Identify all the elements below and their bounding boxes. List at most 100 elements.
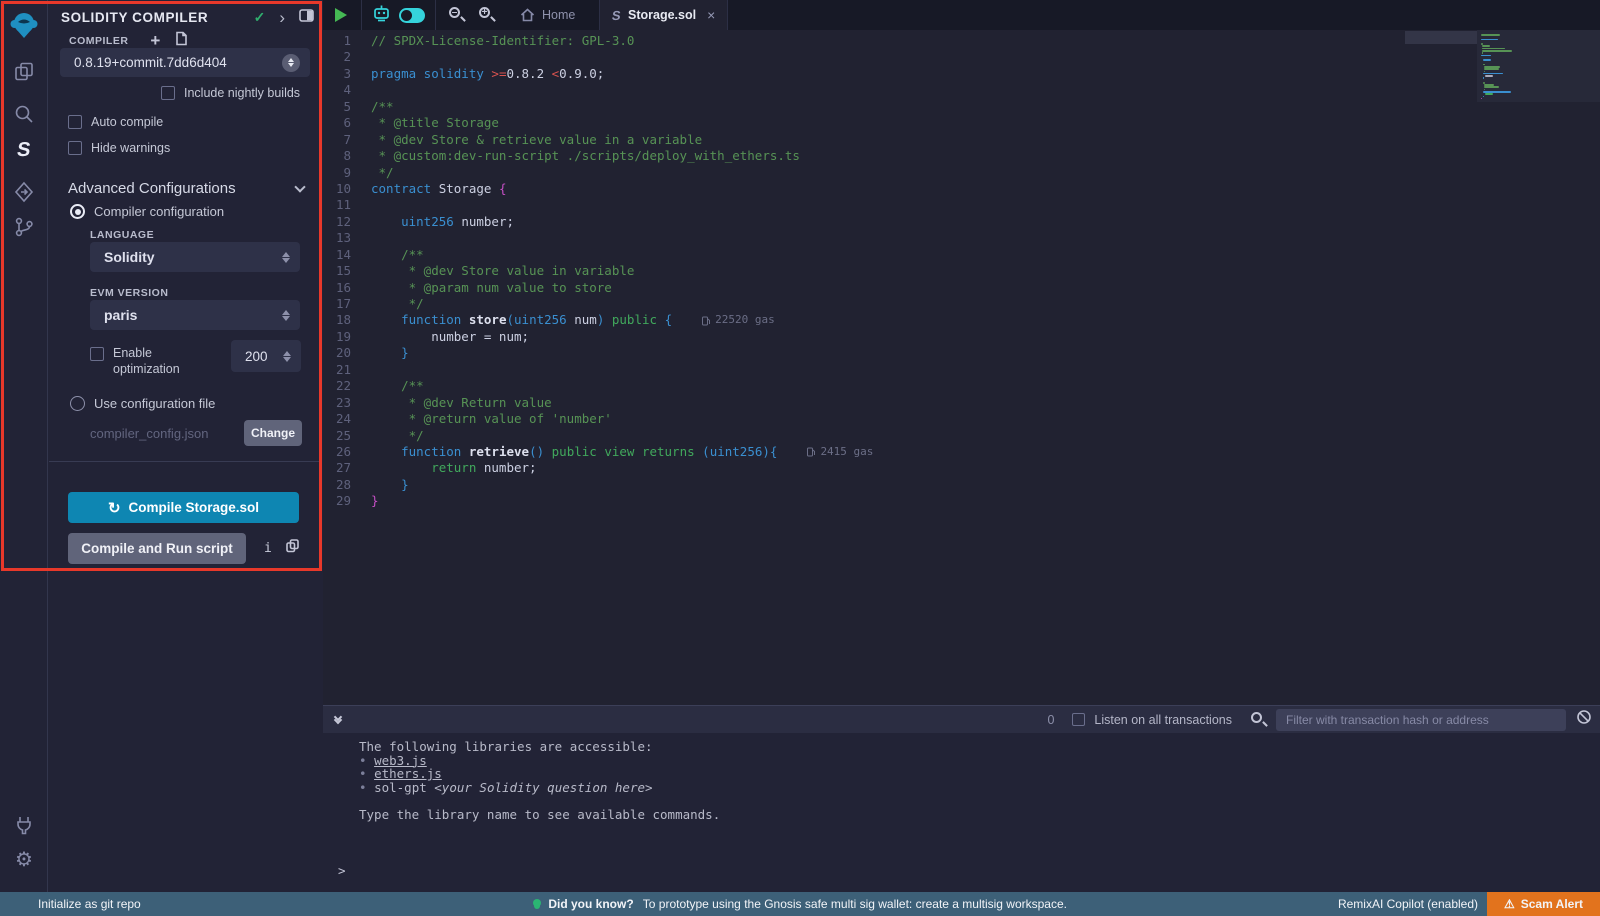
listen-transactions-checkbox[interactable] xyxy=(1072,713,1085,726)
ai-robot-icon[interactable] xyxy=(372,4,391,27)
code-line: 15 * @dev Store value in variable xyxy=(323,263,1600,279)
terminal-prompt[interactable]: > xyxy=(338,863,346,878)
library-item[interactable]: • sol-gpt <your Solidity question here> xyxy=(359,781,1600,795)
evm-version-label: EVM VERSION xyxy=(90,287,168,299)
terminal-header: 0 Listen on all transactions xyxy=(323,705,1600,733)
refresh-icon: ↻ xyxy=(108,499,121,517)
config-file-name: compiler_config.json xyxy=(90,426,244,441)
remix-logo-icon[interactable] xyxy=(0,8,48,42)
code-line: 4 xyxy=(323,82,1600,98)
code-line: 24 * @return value of 'number' xyxy=(323,411,1600,427)
tab-home[interactable]: Home xyxy=(508,0,587,30)
gas-estimate: 2415 gas xyxy=(807,444,873,460)
optimization-runs-value: 200 xyxy=(245,349,283,364)
optimization-row: Enable optimization xyxy=(90,345,210,377)
optimization-runs-input[interactable]: 200 xyxy=(231,340,301,372)
compile-success-check-icon: ✓ xyxy=(254,10,266,24)
config-file-radio-row: Use configuration file xyxy=(70,396,215,411)
copy-icon[interactable] xyxy=(286,539,299,558)
code-line: 19 number = num; xyxy=(323,329,1600,345)
minimap[interactable] xyxy=(1477,30,1600,102)
transaction-filter-input[interactable] xyxy=(1276,709,1566,731)
compile-and-run-button[interactable]: Compile and Run script xyxy=(68,533,246,564)
panel-header: SOLIDITY COMPILER ✓ › xyxy=(61,6,314,28)
advanced-config-header[interactable]: Advanced Configurations xyxy=(68,180,304,197)
library-item[interactable]: • ethers.js xyxy=(359,767,1600,781)
evm-version-select[interactable]: paris xyxy=(90,300,300,330)
zoom-in-icon[interactable]: + xyxy=(478,6,496,24)
code-line: 9 */ xyxy=(323,165,1600,181)
lightbulb-icon xyxy=(533,899,541,907)
git-icon[interactable] xyxy=(0,210,48,244)
compile-button[interactable]: ↻ Compile Storage.sol xyxy=(68,492,299,523)
code-line: 26 function retrieve() public view retur… xyxy=(323,444,1600,460)
search-icon[interactable] xyxy=(0,97,48,131)
solidity-compiler-panel: SOLIDITY COMPILER ✓ › COMPILER + 0.8.19+… xyxy=(49,0,322,892)
terminal-hint: Type the library name to see available c… xyxy=(359,808,1600,822)
compiler-section-label: COMPILER xyxy=(69,35,128,47)
run-script-play-icon[interactable] xyxy=(335,8,347,22)
terminal-output[interactable]: The following libraries are accessible: … xyxy=(323,733,1600,892)
code-line: 16 * @param num value to store xyxy=(323,280,1600,296)
tab-toolbar: – + Home S Storage.sol × xyxy=(323,0,1600,30)
tab-storage-sol[interactable]: S Storage.sol × xyxy=(600,0,727,30)
code-line: 20 } xyxy=(323,345,1600,361)
copilot-status[interactable]: RemixAI Copilot (enabled) xyxy=(1338,897,1478,911)
panel-title: SOLIDITY COMPILER xyxy=(61,10,240,25)
compiler-config-radio[interactable] xyxy=(70,204,85,219)
clear-console-icon[interactable] xyxy=(1576,709,1592,730)
code-line: 18 function store(uint256 num) public {2… xyxy=(323,312,1600,328)
nightly-builds-checkbox[interactable] xyxy=(161,86,175,100)
minimap-slider[interactable] xyxy=(1405,31,1477,44)
code-line: 25 */ xyxy=(323,428,1600,444)
terminal-library-list: • web3.js• ethers.js• sol-gpt <your Soli… xyxy=(359,754,1600,795)
language-value: Solidity xyxy=(104,249,282,265)
chevron-down-icon xyxy=(294,181,305,192)
deploy-run-icon[interactable] xyxy=(0,175,48,209)
language-select[interactable]: Solidity xyxy=(90,242,300,272)
language-label: LANGUAGE xyxy=(90,229,154,241)
code-line: 29} xyxy=(323,493,1600,509)
compile-run-row: Compile and Run script i xyxy=(68,533,312,564)
zoom-section: – + xyxy=(436,0,508,30)
change-config-button[interactable]: Change xyxy=(244,420,302,446)
zoom-out-icon[interactable]: – xyxy=(448,6,466,24)
code-line: 27 return number; xyxy=(323,460,1600,476)
code-editor[interactable]: 1// SPDX-License-Identifier: GPL-3.023pr… xyxy=(323,30,1600,705)
code-line: 14 /** xyxy=(323,247,1600,263)
auto-compile-checkbox[interactable] xyxy=(68,115,82,129)
library-item[interactable]: • web3.js xyxy=(359,754,1600,768)
info-icon[interactable]: i xyxy=(264,541,272,556)
code-line: 8 * @custom:dev-run-script ./scripts/dep… xyxy=(323,148,1600,164)
pin-panel-icon[interactable] xyxy=(299,9,314,25)
chevron-right-icon[interactable]: › xyxy=(279,9,285,26)
tip-text: To prototype using the Gnosis safe multi… xyxy=(643,897,1067,911)
code-line: 5/** xyxy=(323,99,1600,115)
code-line: 23 * @dev Return value xyxy=(323,395,1600,411)
file-explorer-icon[interactable] xyxy=(0,55,48,89)
terminal-search-icon xyxy=(1250,711,1268,729)
close-tab-icon[interactable]: × xyxy=(707,7,715,23)
config-file-radio[interactable] xyxy=(70,396,85,411)
plugin-manager-icon[interactable] xyxy=(0,808,48,842)
solidity-compiler-icon[interactable]: S xyxy=(0,133,48,167)
expand-terminal-icon[interactable] xyxy=(335,717,341,723)
compiler-version-select[interactable]: 0.8.19+commit.7dd6d404 xyxy=(60,48,310,77)
copilot-toggle[interactable] xyxy=(399,8,425,23)
compiler-version-value: 0.8.19+commit.7dd6d404 xyxy=(74,55,282,70)
code-line: 7 * @dev Store & retrieve value in a var… xyxy=(323,132,1600,148)
hide-warnings-label: Hide warnings xyxy=(91,141,170,155)
hide-warnings-row: Hide warnings xyxy=(68,141,170,155)
scam-alert-button[interactable]: ⚠ Scam Alert xyxy=(1487,892,1600,916)
settings-gear-icon[interactable]: ⚙ xyxy=(0,842,48,876)
code-line: 12 uint256 number; xyxy=(323,214,1600,230)
code-line: 10contract Storage { xyxy=(323,181,1600,197)
optimization-checkbox[interactable] xyxy=(90,347,104,361)
hide-warnings-checkbox[interactable] xyxy=(68,141,82,155)
evm-version-value: paris xyxy=(104,307,282,323)
advanced-config-title: Advanced Configurations xyxy=(68,180,296,197)
language-stepper-icon xyxy=(282,252,290,263)
panel-divider xyxy=(49,461,322,462)
evm-stepper-icon xyxy=(282,310,290,321)
auto-compile-row: Auto compile xyxy=(68,115,163,129)
